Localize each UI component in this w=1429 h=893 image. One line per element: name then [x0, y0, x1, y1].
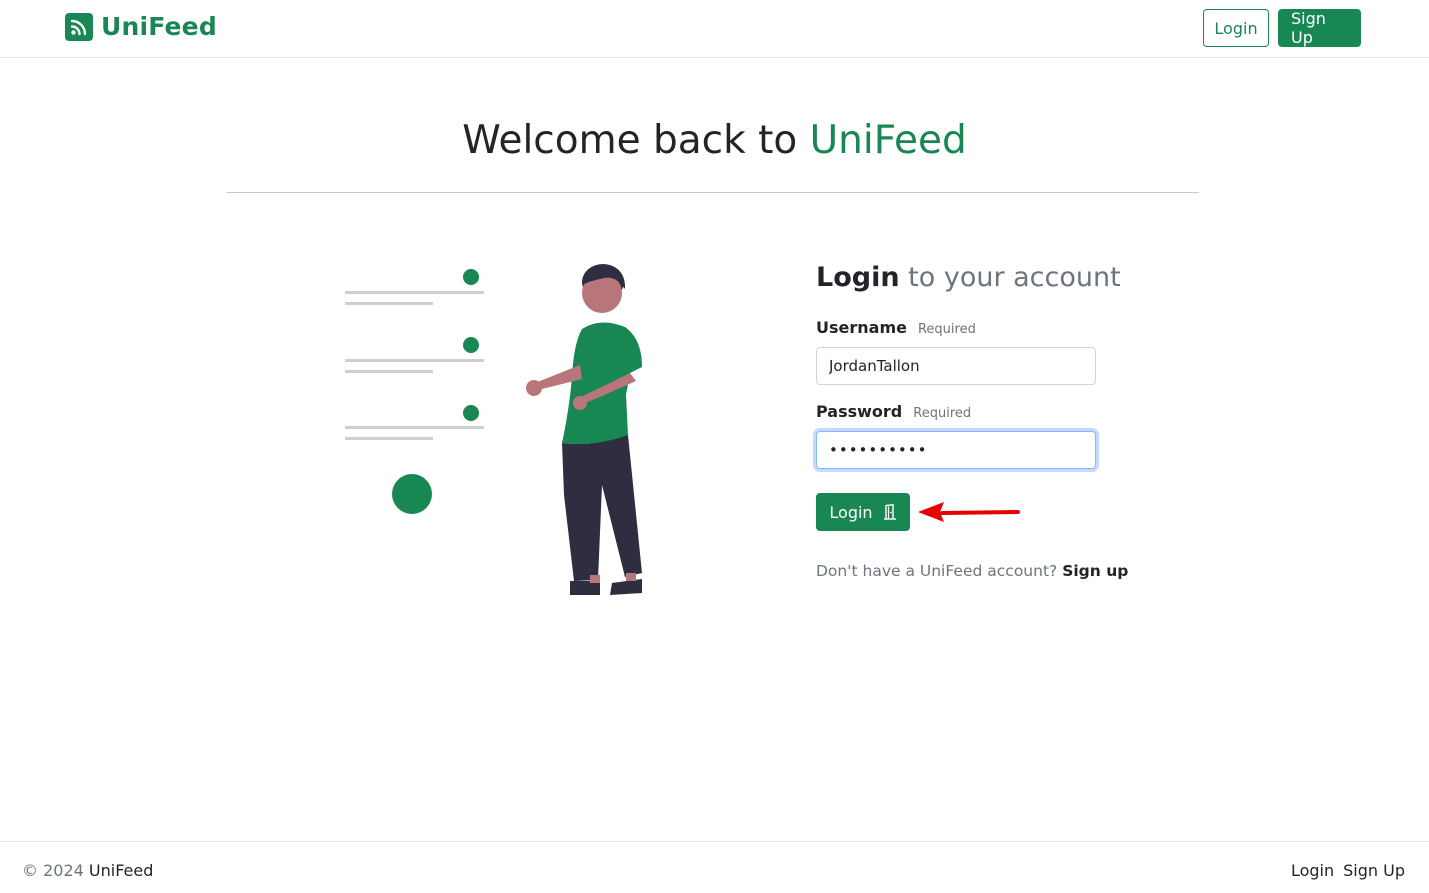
footer-login-link[interactable]: Login	[1291, 861, 1334, 880]
footer-signup-link[interactable]: Sign Up	[1343, 861, 1405, 880]
login-heading: Login to your account	[816, 262, 1121, 293]
username-label-row: Username Required	[816, 318, 1098, 337]
checklist-graphic	[345, 269, 484, 514]
username-input[interactable]	[816, 347, 1096, 385]
title-divider	[227, 192, 1199, 193]
brand-name: UniFeed	[101, 12, 217, 41]
person-figure	[526, 264, 642, 595]
door-icon	[883, 504, 897, 520]
footer-links: Login Sign Up	[1291, 861, 1405, 880]
copyright-year: © 2024	[22, 861, 84, 880]
copyright-brand: UniFeed	[88, 861, 154, 880]
brand-link[interactable]: UniFeed	[65, 12, 217, 41]
nav-signup-button[interactable]: Sign Up	[1278, 9, 1361, 47]
person-checklist-illustration	[330, 255, 670, 605]
username-label: Username	[816, 318, 907, 337]
login-submit-button[interactable]: Login	[816, 493, 910, 531]
rss-feed-icon	[65, 12, 93, 41]
username-required-hint: Required	[917, 322, 976, 337]
password-label-row: Password Required	[816, 402, 1098, 421]
signup-link[interactable]: Sign up	[1062, 562, 1128, 580]
password-label: Password	[816, 402, 903, 421]
signup-prompt: Don't have a UniFeed account?	[816, 562, 1058, 580]
login-form: Login to your account Username Required …	[816, 262, 1128, 580]
footer-copyright: © 2024 UniFeed	[22, 861, 153, 880]
page-title-prefix: Welcome back to	[462, 118, 798, 163]
page-title: Welcome back to UniFeed	[0, 118, 1429, 163]
red-arrow-icon	[916, 499, 1022, 529]
login-heading-rest: to your account	[908, 262, 1121, 293]
password-required-hint: Required	[913, 406, 972, 421]
footer: © 2024 UniFeed Login Sign Up	[0, 841, 1429, 893]
password-input[interactable]	[816, 431, 1096, 469]
nav-actions: Login Sign Up	[1203, 9, 1361, 47]
signup-prompt-line: Don't have a UniFeed account? Sign up	[816, 562, 1128, 580]
page-title-brand: UniFeed	[809, 118, 967, 163]
top-navbar: UniFeed Login Sign Up	[0, 0, 1429, 58]
login-submit-label: Login	[829, 502, 873, 522]
nav-login-button[interactable]: Login	[1203, 9, 1269, 47]
login-button-row: Login	[816, 493, 1098, 531]
login-heading-strong: Login	[816, 262, 900, 293]
